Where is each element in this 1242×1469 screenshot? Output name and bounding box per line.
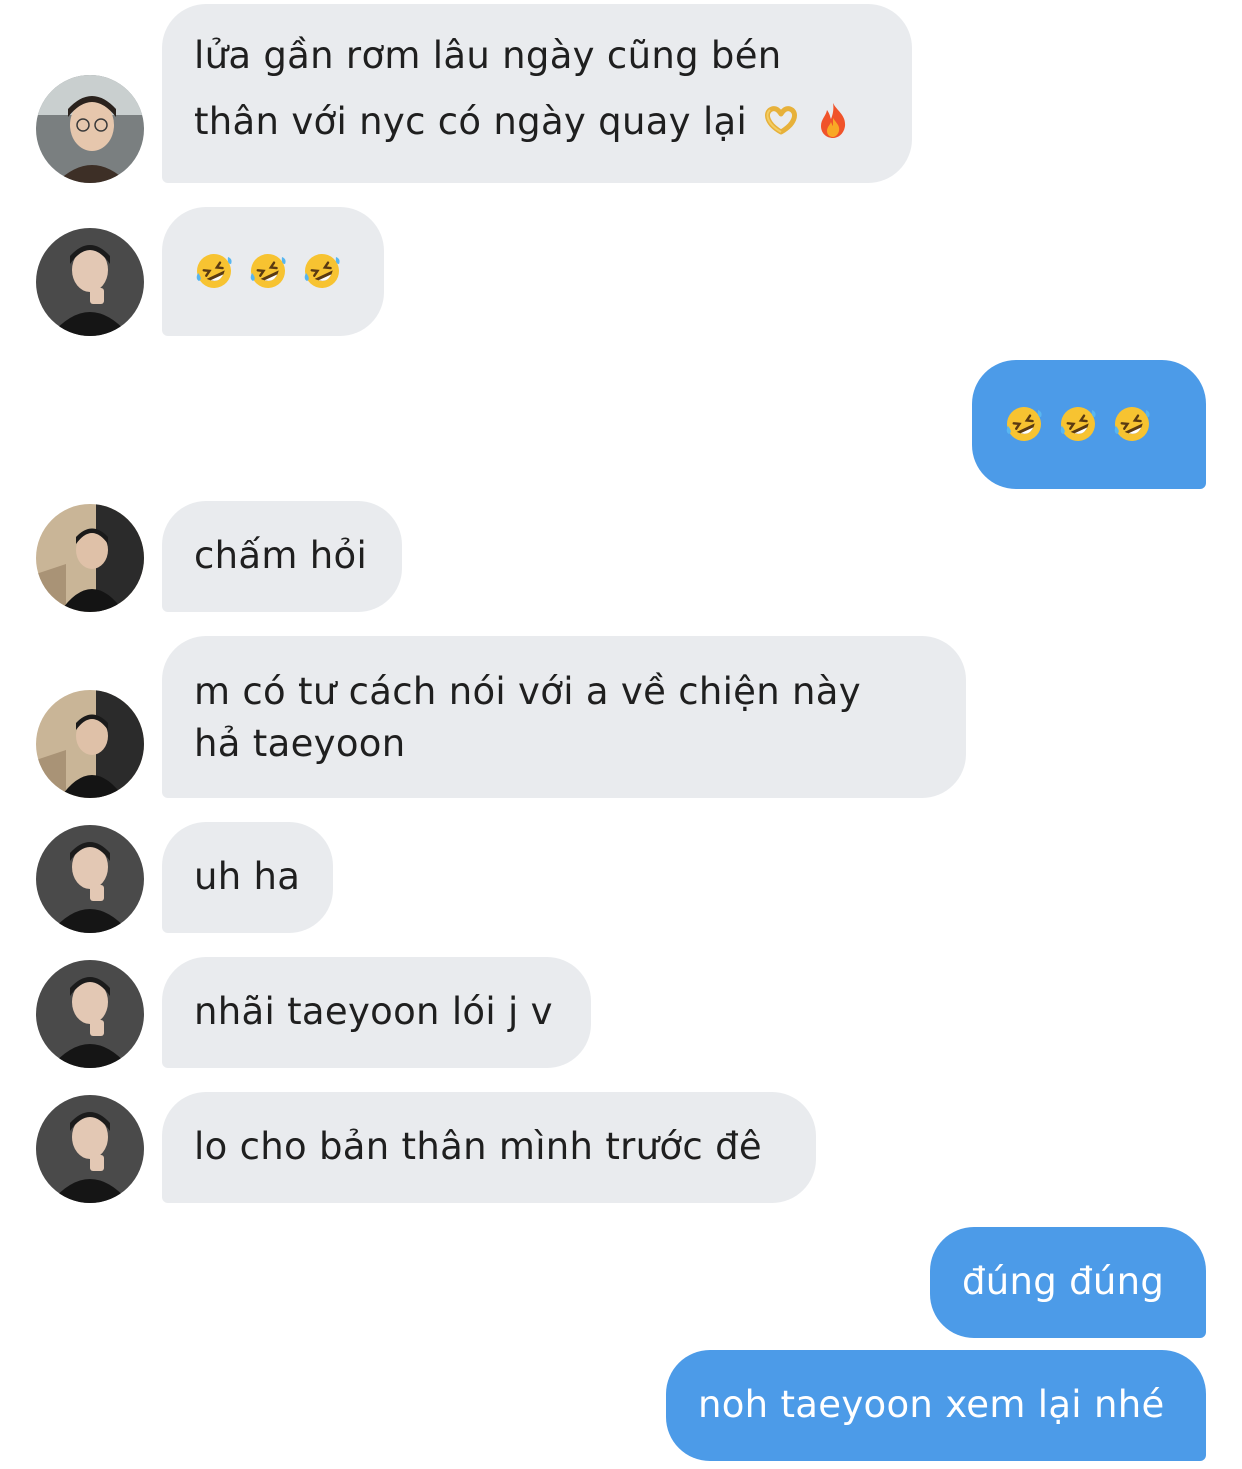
heart-hands-emoji-icon	[761, 100, 801, 140]
message-text-line: lo cho bản thân mình trước đê	[194, 1125, 762, 1168]
avatar-friend-black-jacket[interactable]	[36, 825, 144, 933]
rolling-laughing-emoji-icon	[1004, 404, 1044, 444]
rolling-laughing-emoji-icon	[1112, 404, 1152, 444]
message-text-line: đúng đúng	[962, 1260, 1165, 1303]
avatar-friend-black-jacket[interactable]	[36, 960, 144, 1068]
avatar-friend-glasses[interactable]	[36, 75, 144, 183]
avatar-friend-black-jacket[interactable]	[36, 1095, 144, 1203]
message-bubble-incoming[interactable]: chấm hỏi	[162, 501, 402, 612]
fire-emoji-icon	[813, 100, 853, 140]
message-text-line: nhãi taeyoon lói j v	[194, 990, 553, 1033]
avatar-friend-stairs[interactable]	[36, 690, 144, 798]
avatar-photo	[36, 1095, 144, 1203]
message-bubble-incoming[interactable]: lo cho bản thân mình trước đê	[162, 1092, 816, 1203]
rolling-laughing-emoji-icon	[302, 251, 342, 291]
rolling-laughing-emoji-icon	[248, 251, 288, 291]
message-text-line: noh taeyoon xem lại nhé	[698, 1383, 1165, 1426]
message-text-line: hả taeyoon	[194, 722, 406, 765]
avatar-friend-stairs[interactable]	[36, 504, 144, 612]
avatar-photo	[36, 960, 144, 1068]
message-text-line: uh ha	[194, 855, 301, 898]
message-bubble-outgoing[interactable]: đúng đúng	[930, 1227, 1206, 1338]
message-text-line: m có tư cách nói với a về chiện này	[194, 670, 861, 713]
message-text-line: chấm hỏi	[194, 534, 368, 577]
message-bubble-incoming[interactable]: uh ha	[162, 822, 333, 933]
avatar-photo	[36, 228, 144, 336]
message-bubble-incoming[interactable]: lửa gần rơm lâu ngày cũng bén thân với n…	[162, 4, 912, 183]
message-bubble-outgoing[interactable]: noh taeyoon xem lại nhé	[666, 1350, 1206, 1461]
message-bubble-incoming[interactable]: nhãi taeyoon lói j v	[162, 957, 591, 1068]
message-text-line: thân với nyc có ngày quay lại	[194, 100, 880, 143]
avatar-photo	[36, 504, 144, 612]
avatar-photo	[36, 825, 144, 933]
message-bubble-outgoing[interactable]	[972, 360, 1206, 489]
rolling-laughing-emoji-icon	[1058, 404, 1098, 444]
rolling-laughing-emoji-icon	[194, 251, 234, 291]
message-text-line: lửa gần rơm lâu ngày cũng bén	[194, 34, 782, 77]
avatar-photo	[36, 75, 144, 183]
avatar-photo	[36, 690, 144, 798]
avatar-friend-black-jacket[interactable]	[36, 228, 144, 336]
emoji-row	[1004, 404, 1174, 444]
message-bubble-incoming[interactable]	[162, 207, 384, 336]
emoji-row	[194, 251, 352, 291]
message-bubble-incoming[interactable]: m có tư cách nói với a về chiện này hả t…	[162, 636, 966, 798]
